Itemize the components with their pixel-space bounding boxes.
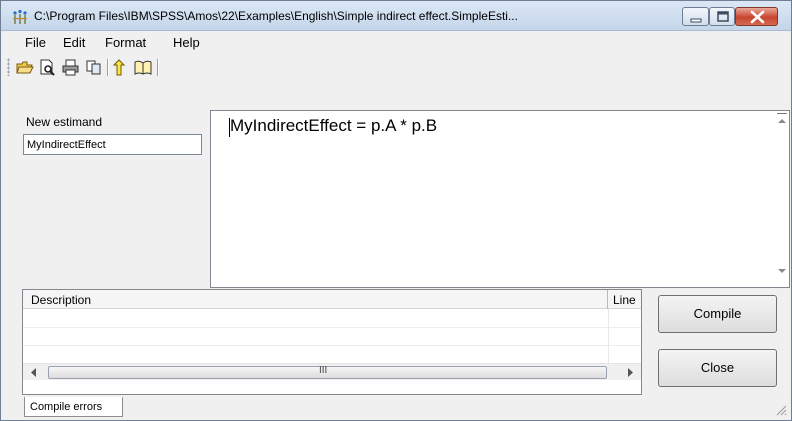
menu-bar: File Edit Format Help	[1, 32, 791, 53]
errors-list-header: Description Line	[23, 290, 641, 309]
book-icon[interactable]	[133, 58, 153, 77]
menu-format[interactable]: Format	[105, 35, 146, 50]
scrollbar-grip: III	[319, 365, 328, 376]
menu-file[interactable]: File	[25, 35, 46, 50]
scroll-up-icon[interactable]	[778, 117, 786, 125]
column-header-description[interactable]: Description	[31, 293, 91, 307]
scroll-left-icon[interactable]	[30, 368, 38, 377]
errors-horizontal-scrollbar[interactable]: III	[23, 363, 641, 380]
menu-edit[interactable]: Edit	[63, 35, 85, 50]
menu-help[interactable]: Help	[173, 35, 200, 50]
maximize-icon	[717, 11, 729, 22]
scroll-stop-line	[777, 113, 787, 114]
scroll-right-icon[interactable]	[626, 368, 634, 377]
open-folder-icon[interactable]	[15, 58, 35, 77]
close-window-button[interactable]	[735, 7, 778, 26]
scrollbar-thumb[interactable]: III	[48, 365, 607, 379]
table-row	[23, 327, 641, 328]
close-icon	[750, 10, 765, 24]
window-title: C:\Program Files\IBM\SPSS\Amos\22\Exampl…	[34, 9, 518, 23]
amos-app-icon	[13, 9, 27, 24]
toolbar-separator	[157, 59, 158, 76]
estimand-editor-window: C:\Program Files\IBM\SPSS\Amos\22\Exampl…	[0, 0, 792, 421]
minimize-icon	[690, 18, 702, 23]
close-button[interactable]: Close	[658, 349, 777, 387]
compile-button[interactable]: Compile	[658, 295, 777, 333]
editor-vertical-scrollbar[interactable]	[774, 111, 789, 287]
editor-text: MyIndirectEffect = p.A * p.B	[230, 116, 438, 135]
column-gridline	[608, 309, 609, 363]
code-editor[interactable]: MyIndirectEffect = p.A * p.B	[210, 110, 790, 288]
scroll-down-icon[interactable]	[778, 267, 786, 275]
column-header-line[interactable]: Line	[613, 293, 636, 307]
maximize-button[interactable]	[709, 7, 735, 26]
print-icon[interactable]	[61, 58, 81, 77]
column-divider[interactable]	[607, 290, 608, 309]
toolbar-grip[interactable]	[7, 58, 10, 76]
help-pointer-icon[interactable]	[111, 58, 131, 77]
print-preview-icon[interactable]	[38, 58, 58, 77]
tab-compile-errors[interactable]: Compile errors	[24, 397, 123, 417]
toolbar-separator	[107, 59, 108, 76]
resize-grip-icon[interactable]	[775, 404, 787, 416]
compile-errors-list[interactable]: Description Line III	[22, 289, 642, 395]
table-row	[23, 345, 641, 346]
toolbar	[1, 53, 791, 81]
estimand-name-field[interactable]	[23, 134, 202, 155]
copy-icon[interactable]	[84, 58, 104, 77]
minimize-button[interactable]	[682, 7, 709, 26]
title-bar[interactable]: C:\Program Files\IBM\SPSS\Amos\22\Exampl…	[1, 1, 791, 31]
new-estimand-label: New estimand	[26, 115, 103, 129]
